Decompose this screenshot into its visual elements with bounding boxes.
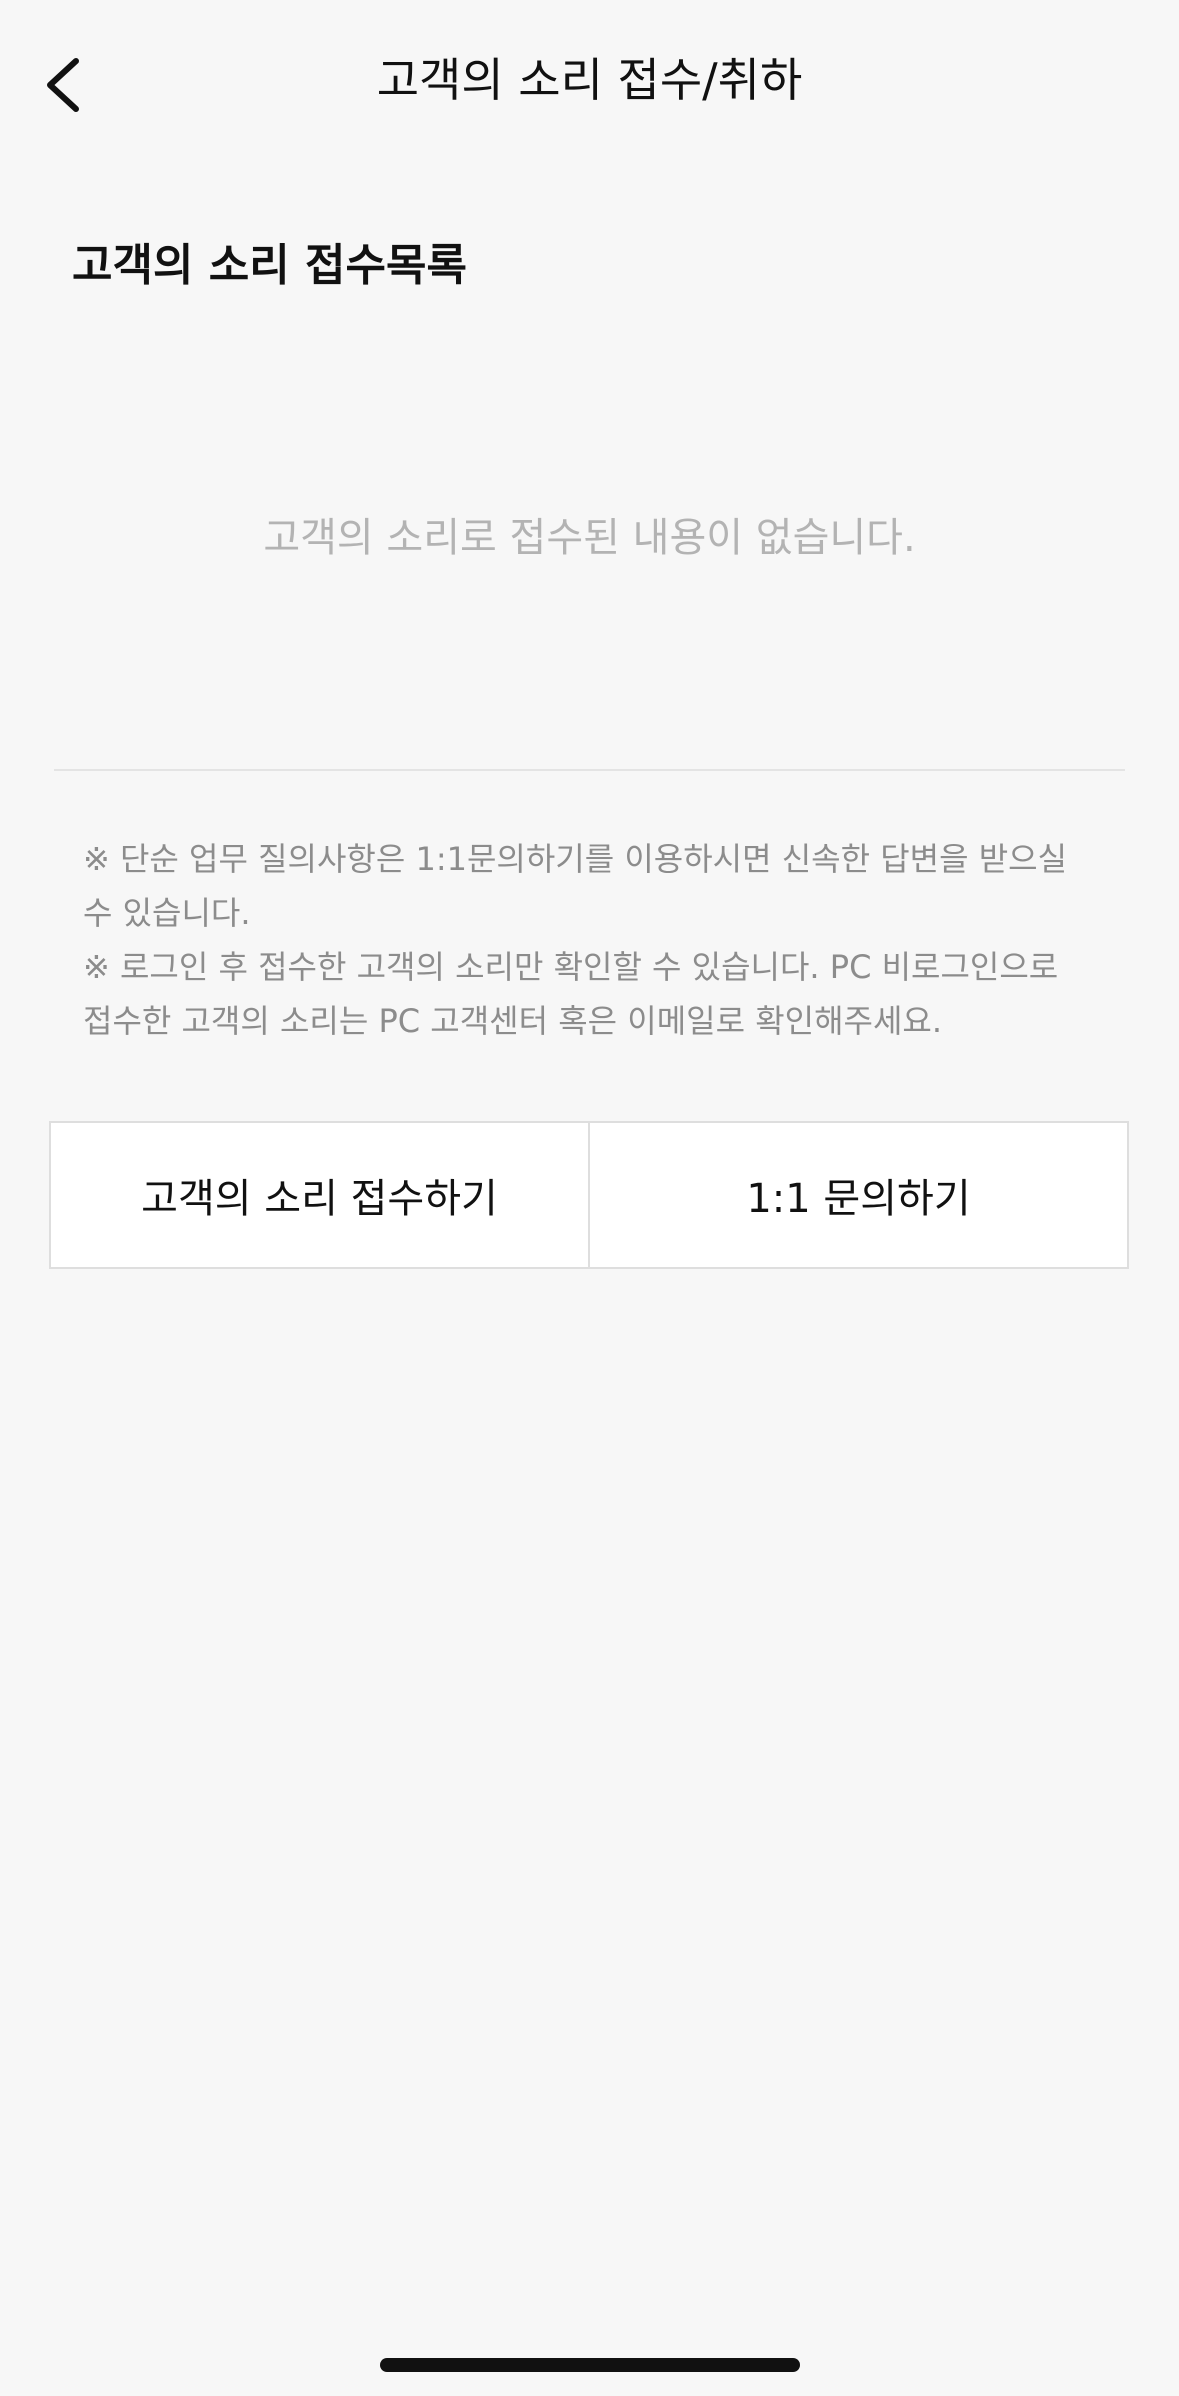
- top-nav-bar: 고객의 소리 접수/취하: [0, 0, 1179, 160]
- home-indicator[interactable]: [380, 2358, 800, 2372]
- one-to-one-inquiry-button[interactable]: 1:1 문의하기: [588, 1123, 1127, 1267]
- empty-list-message: 고객의 소리로 접수된 내용이 없습니다.: [263, 515, 916, 561]
- divider: [54, 769, 1125, 771]
- notice-line-1: ※ 단순 업무 질의사항은 1:1문의하기를 이용하시면 신속한 답변을 받으실…: [83, 840, 1068, 932]
- action-button-group: 고객의 소리 접수하기 1:1 문의하기: [49, 1121, 1129, 1269]
- notice-line-2: ※ 로그인 후 접수한 고객의 소리만 확인할 수 있습니다. PC 비로그인으…: [83, 948, 1059, 1040]
- page-title: 고객의 소리 접수/취하: [376, 53, 803, 107]
- notice-text: ※ 단순 업무 질의사항은 1:1문의하기를 이용하시면 신속한 답변을 받으실…: [83, 832, 1083, 1048]
- section-title: 고객의 소리 접수목록: [72, 240, 467, 291]
- submit-voc-button[interactable]: 고객의 소리 접수하기: [51, 1123, 588, 1267]
